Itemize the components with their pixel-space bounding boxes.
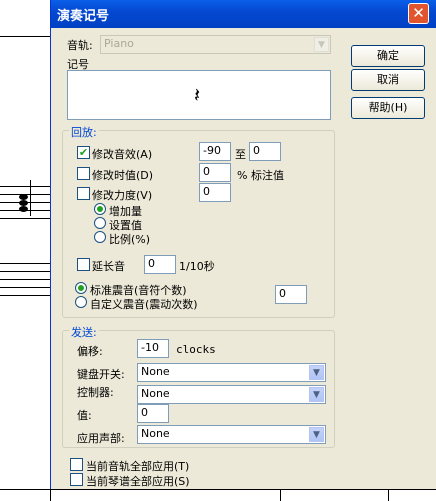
- title-bar[interactable]: 演奏记号 ✕: [51, 0, 436, 28]
- close-button[interactable]: ✕: [408, 3, 429, 24]
- cancel-button[interactable]: 取消: [351, 69, 425, 91]
- apply-part-label: 应用声部:: [77, 432, 125, 445]
- duration-input[interactable]: 0: [199, 163, 231, 182]
- modify-velocity-label: 修改音效(A): [92, 148, 153, 161]
- controller-value: None: [141, 387, 170, 400]
- strength-ratio-label: 比例(%): [109, 233, 151, 246]
- staff-line: [0, 295, 52, 296]
- delay-label: 延长音: [92, 260, 125, 273]
- tremolo-custom-radio[interactable]: [75, 296, 87, 308]
- velocity-from-input[interactable]: -90: [199, 142, 231, 161]
- offset-label: 偏移:: [77, 345, 103, 358]
- apply-current-track-label: 当前音轨全部应用(T): [86, 460, 190, 473]
- chord-notes: [17, 194, 31, 212]
- offset-unit: clocks: [176, 343, 216, 356]
- strength-input[interactable]: 0: [199, 183, 231, 202]
- apply-current-score-checkbox[interactable]: [70, 473, 83, 486]
- velocity-to-label: 至: [235, 148, 246, 161]
- apply-part-value: None: [141, 427, 170, 440]
- modify-duration-label: 修改时值(D): [92, 169, 154, 182]
- apply-current-track-checkbox[interactable]: [70, 458, 83, 471]
- delay-checkbox[interactable]: [77, 258, 90, 271]
- strength-ratio-radio[interactable]: [94, 231, 106, 243]
- modify-duration-checkbox[interactable]: [77, 167, 90, 180]
- value-label: 值:: [77, 409, 92, 422]
- delay-unit: 1/10秒: [179, 260, 215, 273]
- strength-increase-radio[interactable]: [94, 203, 106, 215]
- staff-line: [0, 186, 52, 187]
- staff-line: [0, 287, 52, 288]
- duration-unit: % 标注值: [237, 169, 284, 182]
- performance-mark-dialog: 演奏记号 ✕ 音轨: Piano ▼ 记号 𝄽 确定 取消 帮助(H) 回放: …: [50, 0, 436, 501]
- close-icon: ✕: [412, 4, 425, 22]
- tremolo-custom-label: 自定义震音(震动次数): [90, 298, 198, 311]
- offset-input[interactable]: -10: [137, 339, 169, 358]
- keyswitch-value: None: [141, 365, 170, 378]
- background-score-bottom: [0, 489, 436, 501]
- chevron-down-icon: ▼: [309, 427, 324, 442]
- staff-line: [0, 271, 52, 272]
- staff-line: [0, 263, 52, 264]
- velocity-to-input[interactable]: 0: [249, 142, 281, 161]
- ok-button[interactable]: 确定: [351, 45, 425, 67]
- notation-preview: 𝄽: [67, 70, 331, 120]
- delay-input[interactable]: 0: [144, 255, 176, 274]
- keyswitch-select[interactable]: None ▼: [137, 363, 326, 382]
- tremolo-input[interactable]: 0: [275, 285, 307, 304]
- dialog-title: 演奏记号: [57, 9, 110, 24]
- staff-line: [0, 36, 52, 37]
- modify-strength-label: 修改力度(V): [92, 189, 153, 202]
- staff-line: [0, 279, 52, 280]
- rest-symbol: 𝄽: [194, 83, 201, 107]
- modify-strength-checkbox[interactable]: [77, 187, 90, 200]
- send-group-title: 发送:: [69, 324, 99, 340]
- tremolo-standard-radio[interactable]: [75, 282, 87, 294]
- controller-label: 控制器:: [77, 386, 114, 399]
- chevron-down-icon: ▼: [314, 37, 329, 52]
- chevron-down-icon: ▼: [309, 387, 324, 402]
- staff-line: [0, 218, 52, 219]
- track-label: 音轨:: [67, 39, 93, 52]
- value-input[interactable]: 0: [137, 404, 169, 423]
- keyswitch-label: 键盘开关:: [77, 368, 125, 381]
- chevron-down-icon: ▼: [309, 365, 324, 380]
- track-select[interactable]: Piano ▼: [100, 35, 331, 54]
- track-value: Piano: [104, 37, 134, 50]
- modify-velocity-checkbox[interactable]: ✔: [77, 146, 90, 159]
- help-button[interactable]: 帮助(H): [351, 97, 425, 119]
- apply-part-select[interactable]: None ▼: [137, 425, 326, 444]
- strength-set-radio[interactable]: [94, 217, 106, 229]
- apply-current-score-label: 当前琴谱全部应用(S): [86, 475, 190, 488]
- playback-group-title: 回放:: [69, 124, 99, 140]
- controller-select[interactable]: None ▼: [137, 385, 326, 404]
